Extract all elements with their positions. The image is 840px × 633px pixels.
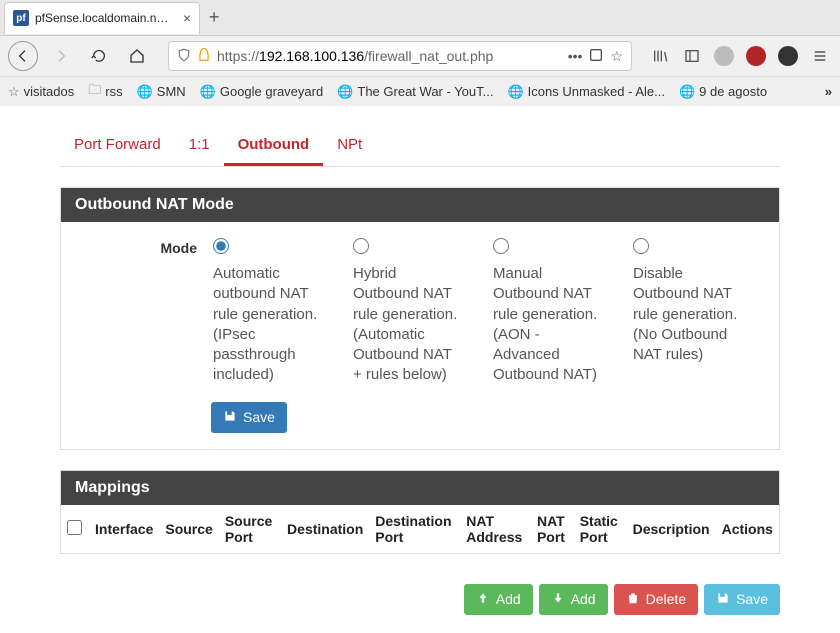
- folder-icon: 🗀: [88, 81, 101, 103]
- mode-option-disable: Disable Outbound NAT rule generation.(No…: [633, 238, 743, 386]
- mode-option-hybrid: Hybrid Outbound NAT rule generation.(Aut…: [353, 238, 463, 386]
- bookmarks-bar: ☆visitados 🗀rss 🌐SMN 🌐Google graveyard 🌐…: [0, 76, 840, 106]
- forward-button: [46, 41, 76, 71]
- tab-npt[interactable]: NPt: [323, 126, 376, 166]
- bookmark-star-icon[interactable]: ☆: [610, 48, 623, 65]
- select-all-checkbox[interactable]: [67, 520, 82, 535]
- back-button[interactable]: [8, 41, 38, 71]
- bookmark-great-war[interactable]: 🌐The Great War - YouT...: [337, 84, 493, 100]
- mappings-title: Mappings: [61, 471, 779, 505]
- library-icon[interactable]: [648, 44, 672, 68]
- save-table-button[interactable]: Save: [704, 584, 780, 615]
- globe-icon: 🌐: [137, 84, 153, 100]
- shield-icon[interactable]: [177, 48, 191, 65]
- tab-bar: pf pfSense.localdomain.net - F × +: [0, 0, 840, 36]
- col-nat-port: NAT Port: [531, 505, 574, 553]
- page-viewport: Port Forward 1:1 Outbound NPt Outbound N…: [0, 106, 840, 633]
- nat-tabs: Port Forward 1:1 Outbound NPt: [60, 126, 780, 167]
- tab-title: pfSense.localdomain.net - F: [35, 11, 175, 25]
- col-destination: Destination: [281, 505, 369, 553]
- home-button[interactable]: [122, 41, 152, 71]
- extension-icon-1[interactable]: [712, 44, 736, 68]
- reader-icon[interactable]: [588, 47, 604, 66]
- table-action-row: Add Add Delete Save: [60, 574, 780, 625]
- mode-desc-manual: Manual Outbound NAT rule generation.(AON…: [493, 264, 603, 386]
- tab-port-forward[interactable]: Port Forward: [60, 126, 175, 166]
- bookmarks-overflow-icon[interactable]: »: [825, 84, 832, 99]
- col-description: Description: [627, 505, 716, 553]
- sidebar-icon[interactable]: [680, 44, 704, 68]
- mode-desc-hybrid: Hybrid Outbound NAT rule generation.(Aut…: [353, 264, 463, 386]
- bookmark-icons-unmasked[interactable]: 🌐Icons Unmasked - Ale...: [507, 84, 664, 100]
- star-icon: ☆: [8, 84, 20, 100]
- new-tab-button[interactable]: +: [200, 7, 228, 28]
- page-actions-icon[interactable]: •••: [568, 48, 583, 64]
- globe-icon: 🌐: [507, 84, 523, 100]
- mode-option-auto: Automatic outbound NAT rule generation.(…: [213, 238, 323, 386]
- col-interface: Interface: [89, 505, 159, 553]
- col-static-port: Static Port: [574, 505, 627, 553]
- lock-warning-icon[interactable]: [197, 48, 211, 65]
- delete-button[interactable]: Delete: [614, 584, 698, 615]
- outbound-mode-panel: Outbound NAT Mode Mode Automatic outboun…: [60, 187, 780, 450]
- arrow-up-icon: [476, 591, 490, 608]
- col-nat-address: NAT Address: [460, 505, 531, 553]
- bookmark-9-agosto[interactable]: 🌐9 de agosto: [679, 84, 767, 100]
- extension-icon-3[interactable]: [776, 44, 800, 68]
- mode-desc-auto: Automatic outbound NAT rule generation.(…: [213, 264, 323, 386]
- disk-icon: [223, 409, 237, 426]
- url-text: https://192.168.100.136/firewall_nat_out…: [217, 48, 562, 64]
- tab-outbound[interactable]: Outbound: [224, 126, 324, 166]
- col-actions: Actions: [716, 505, 779, 553]
- tab-one-to-one[interactable]: 1:1: [175, 126, 224, 166]
- reload-button[interactable]: [84, 41, 114, 71]
- radio-manual[interactable]: [493, 238, 509, 254]
- radio-disable[interactable]: [633, 238, 649, 254]
- globe-icon: 🌐: [679, 84, 695, 100]
- globe-icon: 🌐: [337, 84, 353, 100]
- radio-hybrid[interactable]: [353, 238, 369, 254]
- browser-tab-active[interactable]: pf pfSense.localdomain.net - F ×: [4, 2, 200, 34]
- mappings-table: Interface Source Source Port Destination…: [61, 505, 779, 553]
- panel-title: Outbound NAT Mode: [61, 188, 779, 222]
- hamburger-menu-icon[interactable]: [808, 44, 832, 68]
- add-top-button[interactable]: Add: [464, 584, 533, 615]
- col-source: Source: [159, 505, 218, 553]
- bookmark-visitados[interactable]: ☆visitados: [8, 84, 74, 100]
- browser-chrome: pf pfSense.localdomain.net - F × + https…: [0, 0, 840, 107]
- nav-toolbar: https://192.168.100.136/firewall_nat_out…: [0, 36, 840, 76]
- globe-icon: 🌐: [200, 84, 216, 100]
- bookmark-smn[interactable]: 🌐SMN: [137, 84, 186, 100]
- mappings-panel: Mappings Interface Source Source Port De…: [60, 470, 780, 554]
- extension-icon-2[interactable]: [744, 44, 768, 68]
- disk-icon: [716, 591, 730, 608]
- add-bottom-button[interactable]: Add: [539, 584, 608, 615]
- page-content: Port Forward 1:1 Outbound NPt Outbound N…: [40, 106, 800, 633]
- col-destination-port: Destination Port: [369, 505, 460, 553]
- save-mode-button[interactable]: Save: [211, 402, 287, 433]
- bookmark-rss[interactable]: 🗀rss: [88, 81, 122, 103]
- trash-icon: [626, 591, 640, 608]
- radio-auto[interactable]: [213, 238, 229, 254]
- col-source-port: Source Port: [219, 505, 281, 553]
- close-icon[interactable]: ×: [183, 10, 191, 26]
- mode-desc-disable: Disable Outbound NAT rule generation.(No…: [633, 264, 743, 365]
- favicon: pf: [13, 10, 29, 26]
- url-bar[interactable]: https://192.168.100.136/firewall_nat_out…: [168, 41, 632, 71]
- bookmark-google-graveyard[interactable]: 🌐Google graveyard: [200, 84, 324, 100]
- arrow-down-icon: [551, 591, 565, 608]
- mode-label: Mode: [77, 238, 197, 386]
- mode-option-manual: Manual Outbound NAT rule generation.(AON…: [493, 238, 603, 386]
